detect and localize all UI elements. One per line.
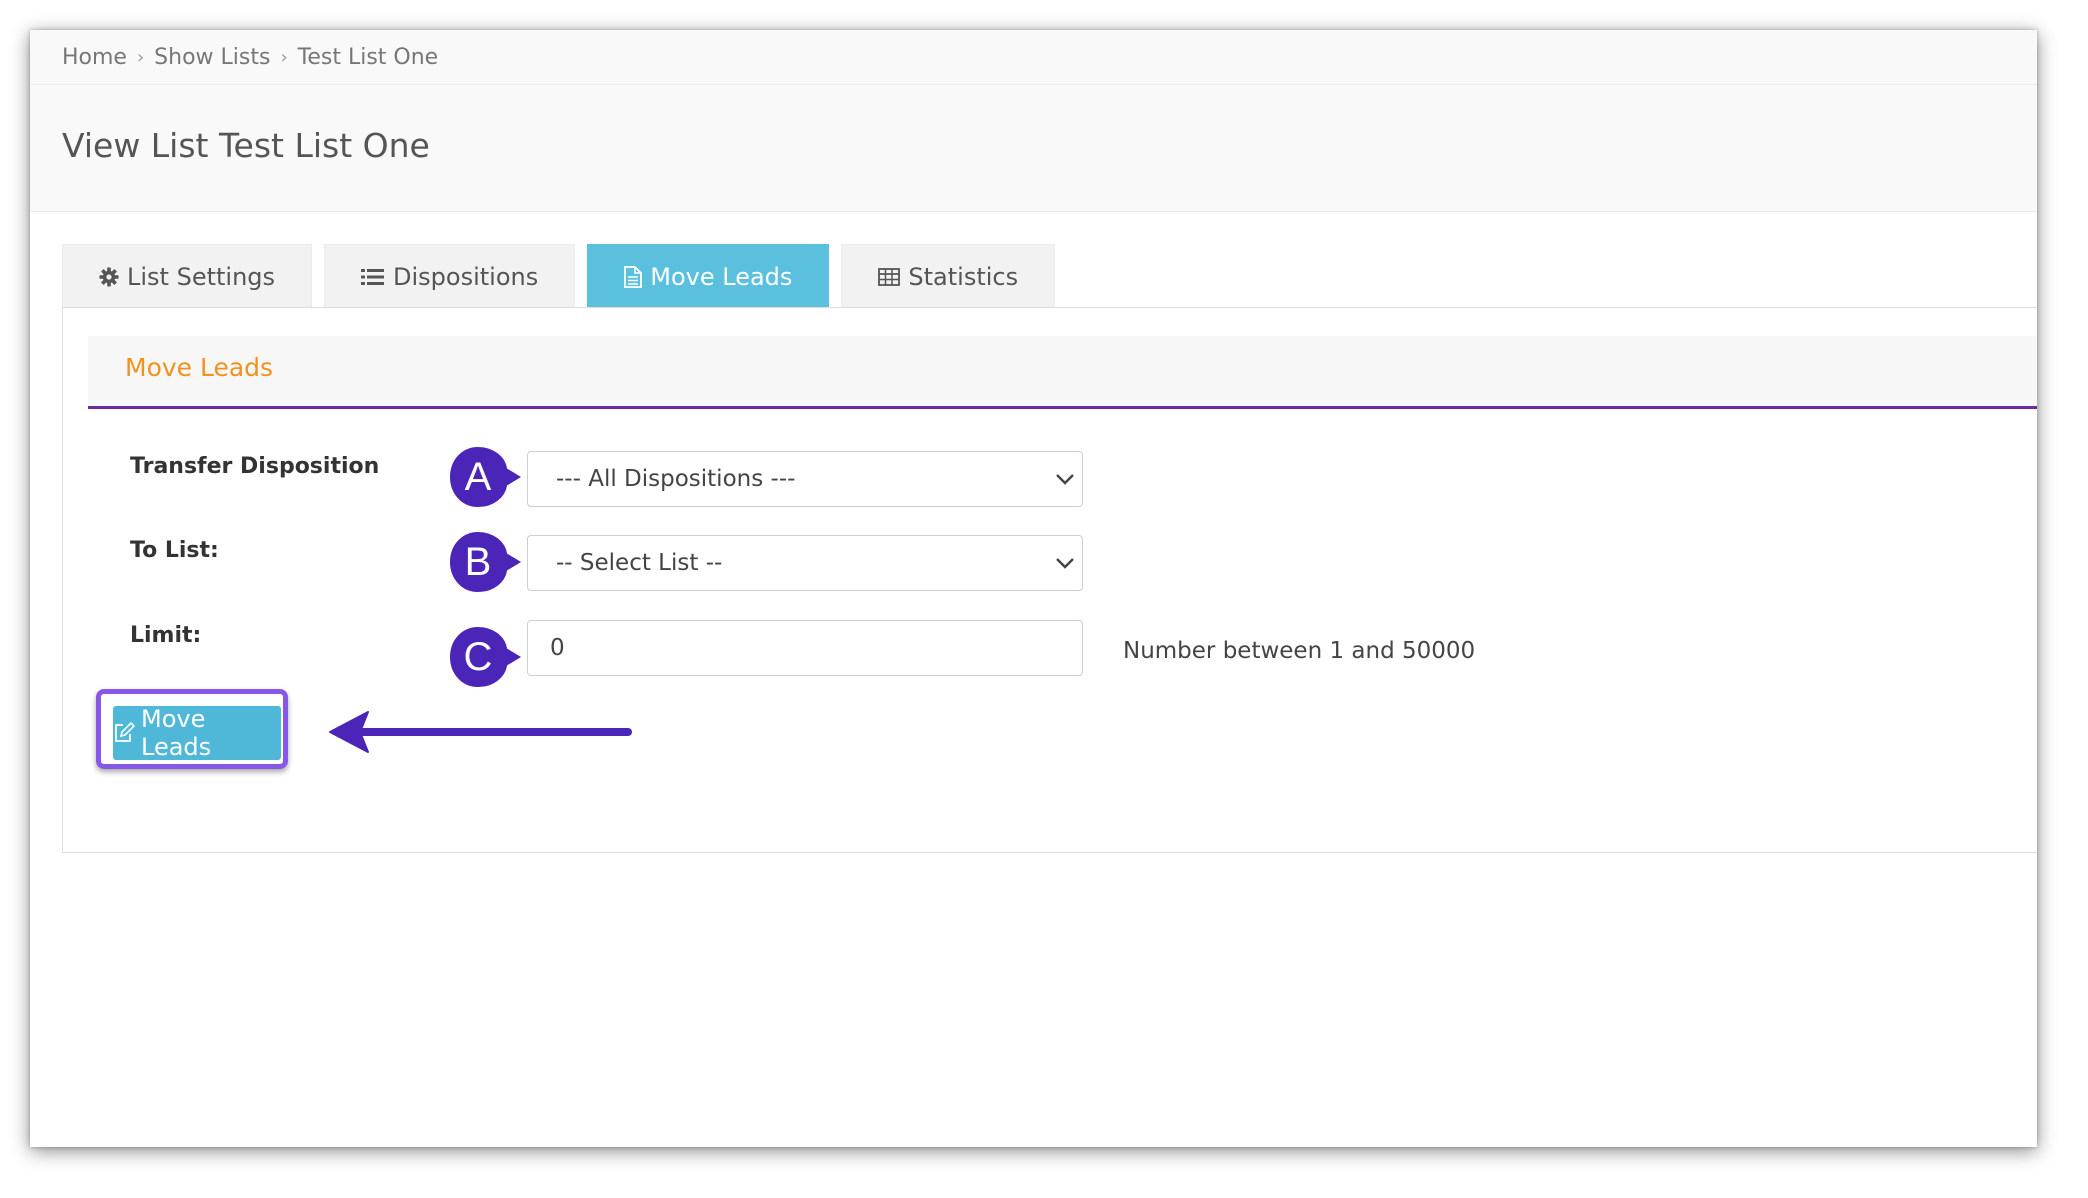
tab-label: Dispositions: [393, 262, 539, 291]
annotation-badge-c: C: [448, 624, 526, 690]
chevron-right-icon: ›: [136, 46, 145, 68]
tab-label: Statistics: [908, 262, 1019, 291]
breadcrumb-current: Test List One: [297, 44, 439, 70]
tab-label: Move Leads: [650, 262, 793, 291]
tab-statistics[interactable]: Statistics: [841, 244, 1056, 308]
limit-label: Limit:: [130, 623, 202, 648]
page-header: Home › Show Lists › Test List One View L…: [30, 30, 2037, 212]
move-leads-button[interactable]: Move Leads: [113, 705, 281, 761]
annotation-badge-b: B: [448, 529, 526, 595]
tab-dispositions[interactable]: Dispositions: [324, 244, 576, 308]
limit-help-text: Number between 1 and 50000: [1123, 638, 1476, 664]
breadcrumb-home[interactable]: Home: [62, 45, 127, 70]
annotation-letter: C: [463, 634, 493, 679]
divider: [30, 84, 2037, 85]
edit-icon: [113, 722, 135, 744]
app-window: Home › Show Lists › Test List One View L…: [30, 30, 2037, 1147]
chevron-right-icon: ›: [280, 46, 288, 68]
chevron-down-icon: [1054, 469, 1076, 495]
tab-list-settings[interactable]: List Settings: [62, 244, 313, 308]
document-icon: [624, 265, 643, 288]
gear-icon: [99, 267, 119, 287]
annotation-letter: A: [464, 454, 492, 499]
to-list-select[interactable]: -- Select List --: [527, 535, 1083, 591]
list-icon: [361, 267, 385, 287]
table-icon: [878, 267, 901, 287]
to-list-label: To List:: [130, 538, 219, 563]
breadcrumb-show-lists[interactable]: Show Lists: [154, 45, 270, 70]
panel-title: Move Leads: [125, 353, 274, 382]
page-title: View List Test List One: [62, 126, 430, 165]
limit-input[interactable]: 0: [527, 620, 1083, 676]
to-list-value: -- Select List --: [556, 550, 723, 576]
tab-bar: List Settings Dispositions Move Leads St…: [62, 244, 1067, 308]
transfer-disposition-label: Transfer Disposition: [130, 454, 380, 479]
tab-label: List Settings: [127, 262, 276, 291]
chevron-down-icon: [1054, 553, 1076, 579]
limit-value: 0: [550, 635, 565, 661]
annotation-badge-a: A: [448, 444, 526, 510]
transfer-disposition-value: --- All Dispositions ---: [556, 466, 796, 492]
panel-heading: Move Leads: [88, 336, 2037, 409]
transfer-disposition-select[interactable]: --- All Dispositions ---: [527, 451, 1083, 507]
move-leads-button-label: Move Leads: [141, 705, 212, 761]
pointer-arrow-icon: [329, 711, 632, 753]
breadcrumb: Home › Show Lists › Test List One: [62, 42, 438, 72]
annotation-letter: B: [464, 539, 492, 584]
tab-move-leads[interactable]: Move Leads: [587, 244, 830, 308]
